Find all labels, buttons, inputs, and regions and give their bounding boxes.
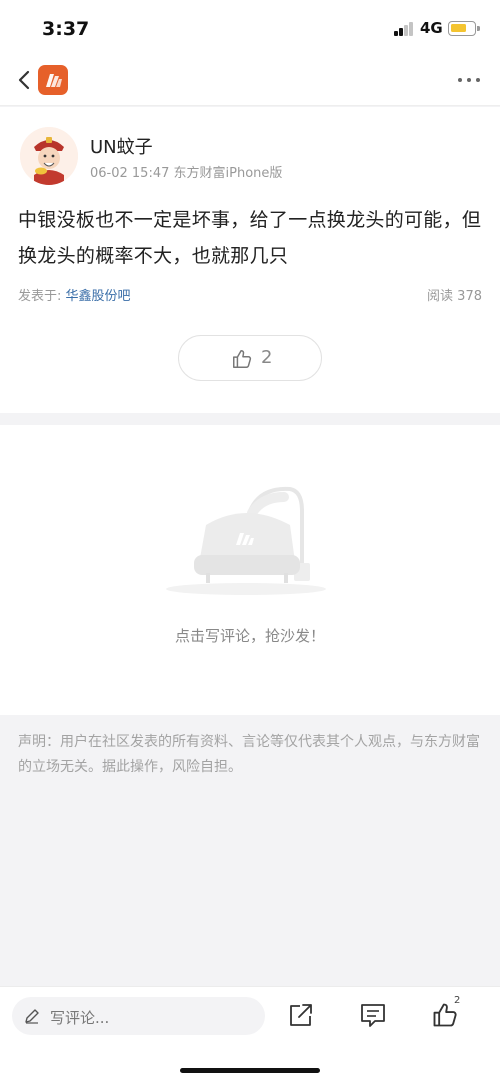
nav-bar — [0, 56, 500, 106]
network-type: 4G — [420, 19, 443, 37]
signal-icon — [394, 22, 414, 36]
share-icon[interactable] — [287, 1001, 315, 1029]
status-bar: 3:37 4G — [0, 0, 500, 56]
posted-in: 发表于: 华鑫股份吧 — [18, 285, 131, 304]
read-count: 阅读 378 — [427, 289, 482, 304]
sofa-illustration-icon — [166, 486, 326, 595]
more-dots-icon[interactable] — [458, 76, 482, 84]
post-card: UN蚊子 06-02 15:47 东方财富iPhone版 中银没板也不一定是坏事… — [0, 107, 500, 413]
forum-link[interactable]: 华鑫股份吧 — [66, 289, 131, 304]
chevron-left-icon[interactable] — [16, 70, 32, 90]
pencil-icon — [25, 1009, 39, 1024]
like-button[interactable]: 2 — [178, 335, 322, 381]
username[interactable]: UN蚊子 — [90, 133, 153, 159]
posted-in-label: 发表于: — [18, 289, 66, 304]
disclaimer: 声明：用户在社区发表的所有资料、言论等仅代表其个人观点，与东方财富的立场无关。据… — [18, 734, 480, 775]
bottom-like-count: 2 — [454, 995, 461, 1006]
empty-comment-text[interactable]: 点击写评论，抢沙发！ — [0, 625, 500, 646]
battery-icon — [448, 21, 480, 36]
comment-input[interactable]: 写评论... — [12, 997, 265, 1035]
comment-placeholder: 写评论... — [50, 1009, 110, 1027]
status-time: 3:37 — [42, 18, 90, 40]
post-meta: 06-02 15:47 东方财富iPhone版 — [90, 166, 283, 181]
bottom-bar: 写评论... 2 — [0, 986, 500, 1082]
avatar[interactable] — [20, 127, 78, 185]
thumbs-up-icon — [233, 350, 252, 368]
like-count: 2 — [261, 347, 273, 368]
home-indicator — [180, 1068, 320, 1073]
empty-comments: 点击写评论，抢沙发！ — [0, 425, 500, 715]
comment-icon[interactable] — [359, 1001, 387, 1029]
eastmoney-logo-icon[interactable] — [38, 65, 68, 95]
post-body: 中银没板也不一定是坏事，给了一点换龙头的可能，但换龙头的概率不大，也就那几只 — [18, 209, 482, 267]
